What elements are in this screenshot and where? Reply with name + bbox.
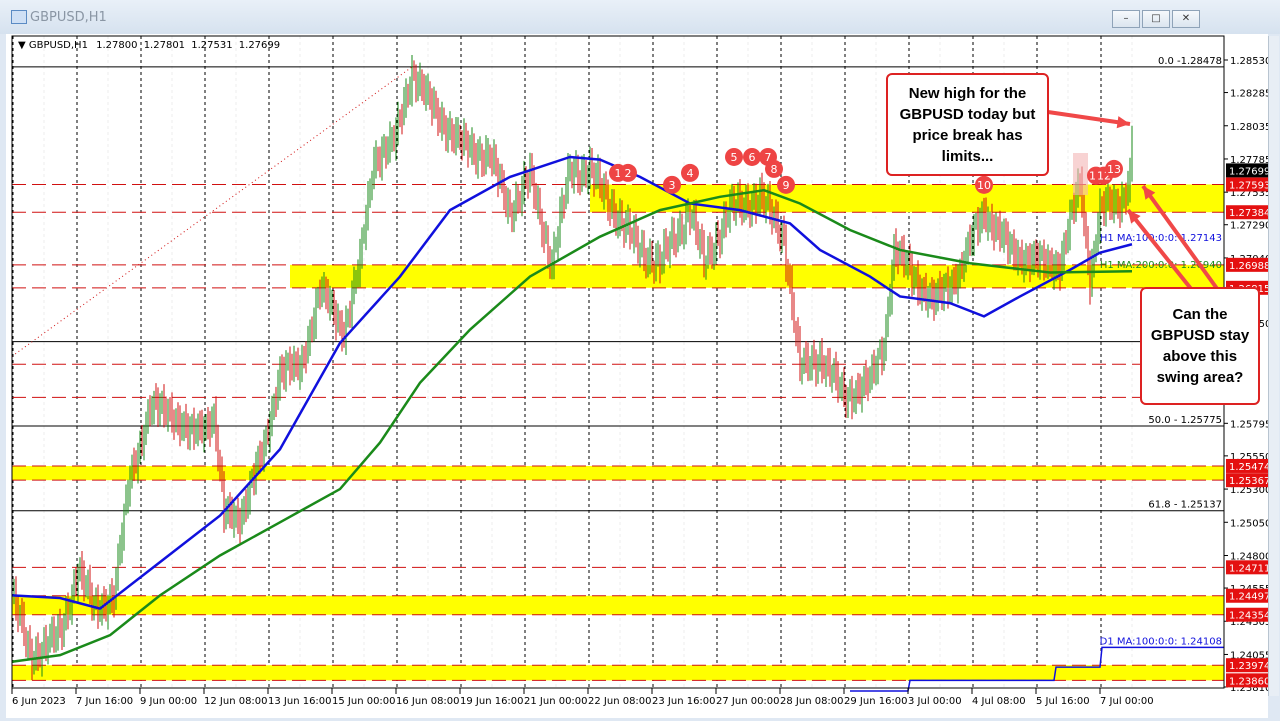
- x-tick-label: 6 Jun 2023: [12, 696, 66, 707]
- x-tick-label: 29 Jun 16:00: [844, 696, 908, 707]
- x-tick-label: 7 Jul 00:00: [1100, 696, 1154, 707]
- header-open: 1.27800: [96, 40, 137, 51]
- swing-marker-label: 5: [731, 151, 738, 164]
- y-tick-label: 1.25795: [1230, 419, 1271, 430]
- fib-label: 61.8 - 1.25137: [1148, 500, 1222, 511]
- x-tick-label: 23 Jun 16:00: [652, 696, 716, 707]
- level-price-label: 1.23974: [1229, 661, 1270, 672]
- x-tick-label: 19 Jun 16:00: [460, 696, 524, 707]
- header-low: 1.27531: [191, 40, 232, 51]
- level-price-label: 1.24354: [1229, 611, 1270, 622]
- level-price-label: 1.27384: [1229, 208, 1270, 219]
- support-resistance-zone: [12, 596, 1224, 615]
- x-tick-label: 9 Jun 00:00: [140, 696, 197, 707]
- header-symbol: GBPUSD,H1: [29, 40, 88, 51]
- y-tick-label: 1.27290: [1230, 221, 1271, 232]
- x-tick-label: 21 Jun 00:00: [524, 696, 588, 707]
- x-tick-label: 27 Jun 00:00: [716, 696, 780, 707]
- swing-marker-label: 13: [1107, 163, 1121, 176]
- ma-label: H1 MA:100:0:0: 1.27143: [1100, 233, 1222, 244]
- level-price-label: 1.26988: [1229, 261, 1270, 272]
- swing-marker-label: 2: [625, 167, 632, 180]
- header-close: 1.27699: [239, 40, 280, 51]
- y-tick-label: 1.25050: [1230, 518, 1271, 529]
- price-chart[interactable]: 0.0 -1.28478 50.0 - 1.25775 61.8 - 1.25137…: [0, 0, 1280, 721]
- dropdown-triangle-icon: ▼: [18, 40, 29, 51]
- x-tick-label: 28 Jun 08:00: [780, 696, 844, 707]
- swing-marker-label: 4: [687, 167, 694, 180]
- highlight-box: [1073, 153, 1088, 195]
- annotation-swing-area: Can the GBPUSD stay above this swing are…: [1140, 287, 1260, 405]
- x-tick-label: 7 Jun 16:00: [76, 696, 133, 707]
- ma-label: D1 MA:100:0:0: 1.24108: [1100, 636, 1222, 647]
- level-price-label: 1.24711: [1229, 563, 1270, 574]
- current-price-label: 1.27699: [1229, 166, 1270, 177]
- support-resistance-zone: [590, 184, 1224, 212]
- level-price-label: 1.25367: [1229, 476, 1270, 487]
- support-resistance-zone: [290, 265, 1224, 288]
- x-tick-label: 12 Jun 08:00: [204, 696, 268, 707]
- header-ohlc: ▼ GBPUSD,H1 1.27800 1.27801 1.27531 1.27…: [18, 40, 280, 51]
- y-tick-label: 1.28285: [1230, 89, 1271, 100]
- swing-marker-label: 6: [749, 151, 756, 164]
- support-resistance-zone: [12, 665, 1224, 680]
- swing-marker-label: 9: [783, 179, 790, 192]
- swing-marker-label: 8: [771, 163, 778, 176]
- fib-label: 0.0 -1.28478: [1158, 56, 1222, 67]
- x-tick-label: 13 Jun 16:00: [268, 696, 332, 707]
- level-price-label: 1.23860: [1229, 676, 1270, 687]
- level-price-label: 1.27593: [1229, 180, 1270, 191]
- x-tick-label: 22 Jun 08:00: [588, 696, 652, 707]
- swing-marker-label: 10: [977, 179, 991, 192]
- x-tick-label: 16 Jun 08:00: [396, 696, 460, 707]
- chart-background: [6, 34, 1268, 718]
- x-tick-label: 5 Jul 16:00: [1036, 696, 1090, 707]
- fib-label: 50.0 - 1.25775: [1148, 415, 1222, 426]
- y-tick-label: 1.28530: [1230, 56, 1271, 67]
- y-tick-label: 1.28035: [1230, 122, 1271, 133]
- annotation-new-high: New high for the GBPUSD today but price …: [886, 73, 1049, 176]
- level-price-label: 1.25474: [1229, 462, 1270, 473]
- level-price-label: 1.24497: [1229, 592, 1270, 603]
- x-tick-label: 4 Jul 08:00: [972, 696, 1026, 707]
- header-high: 1.27801: [144, 40, 185, 51]
- vertical-scrollbar[interactable]: [1268, 36, 1279, 696]
- swing-marker-label: 3: [669, 179, 676, 192]
- support-resistance-zone: [12, 466, 1224, 480]
- x-tick-label: 15 Jun 00:00: [332, 696, 396, 707]
- x-tick-label: 3 Jul 00:00: [908, 696, 962, 707]
